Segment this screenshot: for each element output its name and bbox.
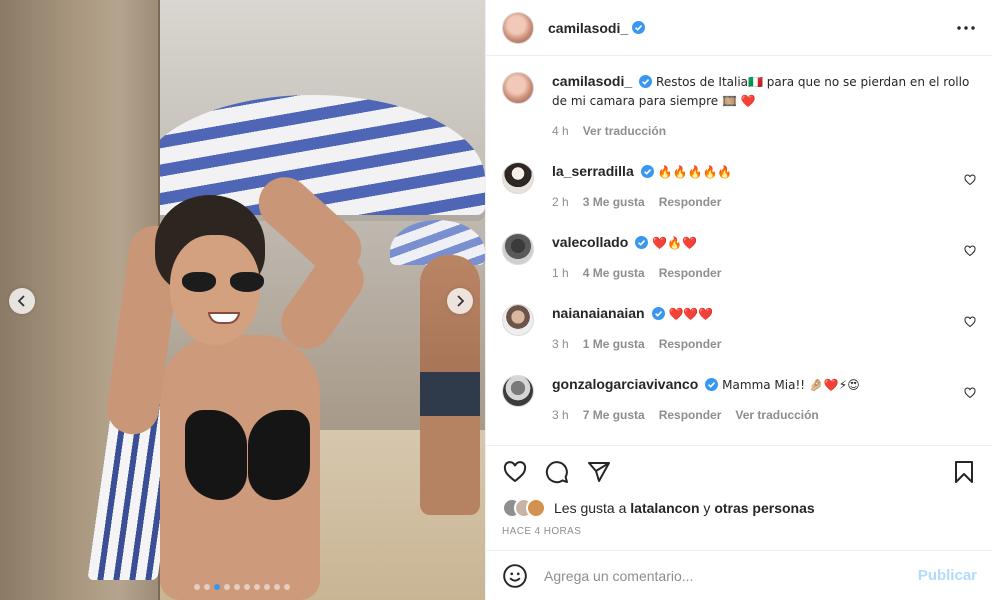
comment-likes[interactable]: 4 Me gusta <box>583 266 645 280</box>
post-side-panel: camilasodi_ camilasodi_ Restos de Italia… <box>485 0 992 600</box>
comment-text: ❤️🔥❤️ <box>652 236 697 250</box>
comment-text: Mamma Mia!! 🤌🏼❤️⚡😍 <box>722 378 860 392</box>
comment-username[interactable]: la_serradilla <box>552 163 634 179</box>
bikini-top <box>185 400 310 500</box>
comment-item: la_serradilla 🔥🔥🔥🔥🔥 2 h 3 Me gusta Respo… <box>502 162 976 209</box>
comment-item: valecollado ❤️🔥❤️ 1 h 4 Me gusta Respond… <box>502 233 976 280</box>
caption-text: camilasodi_ Restos de Italia🇮🇹 para que … <box>552 72 976 110</box>
more-dots-icon <box>957 25 975 30</box>
comment-likes[interactable]: 7 Me gusta <box>583 408 645 422</box>
likes-summary: Les gusta a latalancon y otras personas <box>502 498 977 518</box>
avatar[interactable] <box>502 162 534 194</box>
carousel-next-button[interactable] <box>447 288 473 314</box>
translate-button[interactable]: Ver traducción <box>735 408 818 422</box>
carousel-dot <box>274 584 280 590</box>
chevron-right-icon <box>457 295 465 307</box>
comment-bubble-icon <box>545 461 568 484</box>
post-photo[interactable] <box>0 0 485 600</box>
like-comment-heart-icon[interactable] <box>964 174 976 186</box>
verified-badge-icon <box>635 236 649 249</box>
reply-button[interactable]: Responder <box>659 337 722 351</box>
carousel-dot <box>264 584 270 590</box>
carousel-dot <box>254 584 260 590</box>
other-likers-link[interactable]: otras personas <box>714 500 814 516</box>
comment-likes[interactable]: 1 Me gusta <box>583 337 645 351</box>
carousel-dot <box>224 584 230 590</box>
comments-list[interactable]: camilasodi_ Restos de Italia🇮🇹 para que … <box>486 56 992 445</box>
comment-text: ❤️❤️❤️ <box>668 307 714 321</box>
avatar[interactable] <box>502 375 534 407</box>
verified-badge-icon <box>651 307 665 320</box>
comment-time[interactable]: 1 h <box>552 266 569 280</box>
likes-connector: y <box>703 500 711 516</box>
post-actions: Les gusta a latalancon y otras personas … <box>486 445 992 537</box>
carousel-dot <box>194 584 200 590</box>
comment-likes[interactable]: 3 Me gusta <box>583 195 645 209</box>
caption-username[interactable]: camilasodi_ <box>552 73 632 89</box>
header-username[interactable]: camilasodi_ <box>548 20 628 36</box>
send-icon <box>588 462 610 482</box>
carousel-dot <box>214 584 220 590</box>
reply-button[interactable]: Responder <box>659 266 722 280</box>
comment-item: gonzalogarciavivanco Mamma Mia!! 🤌🏼❤️⚡😍 … <box>502 375 976 422</box>
carousel-dot <box>244 584 250 590</box>
chevron-left-icon <box>17 295 25 307</box>
liker-username[interactable]: latalancon <box>630 500 699 516</box>
carousel-prev-button[interactable] <box>9 288 35 314</box>
sunglasses <box>182 272 264 294</box>
avatar[interactable] <box>502 304 534 336</box>
like-comment-heart-icon[interactable] <box>964 387 976 399</box>
comment-item: naianaianaian ❤️❤️❤️ 3 h 1 Me gusta Resp… <box>502 304 976 351</box>
caption-meta: 4 h Ver traducción <box>552 124 976 138</box>
verified-badge-icon <box>705 378 719 391</box>
carousel-dot <box>234 584 240 590</box>
comment-username[interactable]: naianaianaian <box>552 305 645 321</box>
post-timestamp[interactable]: HACE 4 HORAS <box>502 526 977 537</box>
verified-badge-icon <box>640 165 654 178</box>
like-button[interactable] <box>502 459 528 485</box>
caption-time[interactable]: 4 h <box>552 124 569 138</box>
more-options-button[interactable] <box>952 14 980 42</box>
comment-text: 🔥🔥🔥🔥🔥 <box>657 165 733 179</box>
comment-time[interactable]: 3 h <box>552 337 569 351</box>
reply-button[interactable]: Responder <box>659 408 722 422</box>
add-comment-bar: Publicar <box>486 550 992 600</box>
carousel-dot <box>204 584 210 590</box>
avatar[interactable] <box>502 72 534 104</box>
post-header: camilasodi_ <box>486 0 992 56</box>
heart-icon <box>503 461 527 483</box>
like-comment-heart-icon[interactable] <box>964 316 976 328</box>
avatar[interactable] <box>502 233 534 265</box>
translate-button[interactable]: Ver traducción <box>583 124 666 138</box>
comment-username[interactable]: gonzalogarciavivanco <box>552 376 698 392</box>
comment-button[interactable] <box>544 459 570 485</box>
emoji-smiley-icon[interactable] <box>502 563 528 589</box>
reply-button[interactable]: Responder <box>659 195 722 209</box>
carousel-indicator <box>194 584 290 590</box>
bookmark-icon <box>955 461 973 483</box>
comment-time[interactable]: 2 h <box>552 195 569 209</box>
verified-badge-icon <box>632 21 646 34</box>
share-button[interactable] <box>586 459 612 485</box>
comment-username[interactable]: valecollado <box>552 234 628 250</box>
save-button[interactable] <box>951 459 977 485</box>
post-caption: camilasodi_ Restos de Italia🇮🇹 para que … <box>502 72 976 138</box>
likes-prefix: Les gusta a <box>554 500 627 516</box>
avatar[interactable] <box>502 11 534 44</box>
publish-button[interactable]: Publicar <box>918 567 977 584</box>
comment-input[interactable] <box>544 567 918 584</box>
liker-avatars[interactable] <box>502 498 554 518</box>
verified-badge-icon <box>639 75 653 88</box>
like-comment-heart-icon[interactable] <box>964 245 976 257</box>
comment-time[interactable]: 3 h <box>552 408 569 422</box>
carousel-dot <box>284 584 290 590</box>
